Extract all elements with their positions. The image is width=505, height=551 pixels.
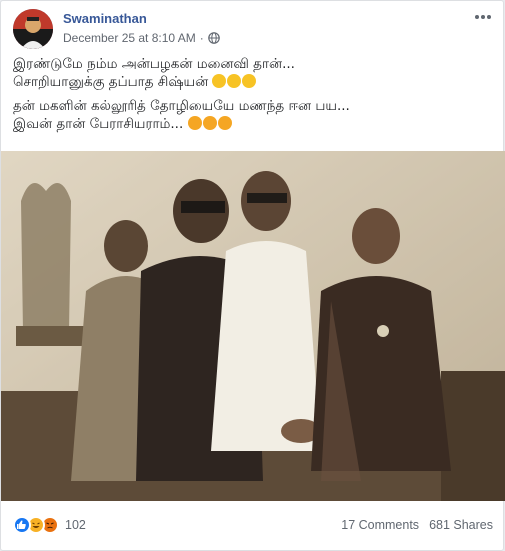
reactions-summary[interactable]: 102 [13, 516, 86, 534]
post-photo[interactable] [1, 151, 505, 501]
globe-icon [207, 32, 220, 44]
comments-count[interactable]: 17 Comments [341, 518, 419, 532]
laughing-emoji [227, 74, 242, 88]
post-text-line: சொறியானுக்கு தப்பாத சிஷ்யன் [13, 73, 493, 91]
post-stats: 17 Comments 681 Shares [341, 518, 493, 532]
meta-separator: · [199, 31, 204, 45]
post-text-line: இவன் தான் பேராசியராம்... [13, 115, 493, 133]
post-header: Swaminathan December 25 at 8:10 AM · [13, 7, 495, 49]
more-options-icon[interactable] [471, 7, 495, 27]
like-reaction-icon [13, 516, 31, 534]
sad-emoji [187, 116, 202, 130]
post-text-line: இரண்டுமே நம்ம அன்பழகன் மனைவி தான்... [13, 56, 295, 72]
shares-count[interactable]: 681 Shares [429, 518, 493, 532]
post-meta: December 25 at 8:10 AM · [63, 31, 220, 45]
sad-emoji [202, 116, 217, 130]
author-name[interactable]: Swaminathan [63, 11, 147, 26]
laughing-emoji [242, 74, 257, 88]
post-text-line: தன் மகளின் கல்லூரித் தோழியையே மணந்த ஈன ப… [13, 98, 350, 114]
laughing-emoji [212, 74, 227, 88]
reaction-count[interactable]: 102 [65, 518, 86, 532]
post-text: இரண்டுமே நம்ம அன்பழகன் மனைவி தான்... சொற… [13, 55, 493, 139]
post-card: Swaminathan December 25 at 8:10 AM · இரண… [0, 0, 505, 551]
avatar[interactable] [13, 9, 53, 49]
post-footer: 102 17 Comments 681 Shares [13, 511, 493, 539]
sad-emoji [217, 116, 232, 130]
post-timestamp[interactable]: December 25 at 8:10 AM [63, 31, 196, 45]
